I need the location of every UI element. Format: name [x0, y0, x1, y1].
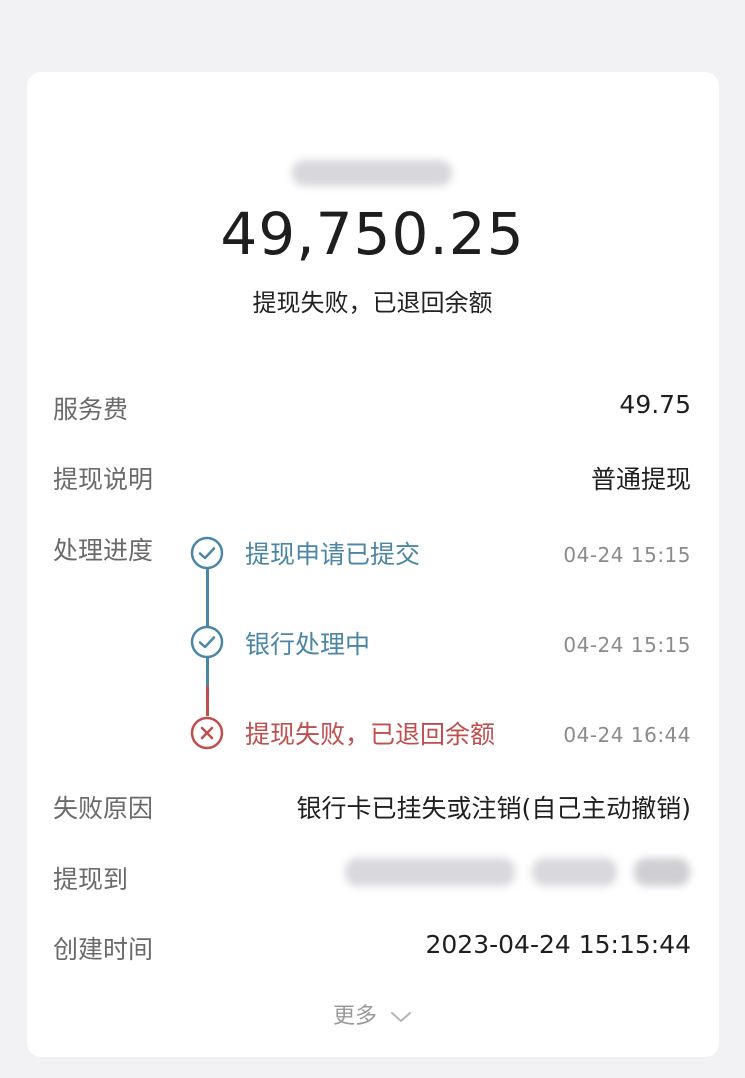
check-circle-icon [190, 536, 224, 570]
created-time-value: 2023-04-24 15:15:44 [425, 930, 691, 959]
progress-step-time: 04-24 16:44 [563, 723, 691, 747]
created-time-label: 创建时间 [53, 935, 154, 964]
service-fee-label: 服务费 [53, 395, 129, 424]
progress-step-submitted: 提现申请已提交 [245, 540, 421, 569]
fail-reason-value: 银行卡已挂失或注销(自己主动撤销) [296, 794, 691, 823]
withdraw-amount: 49,750.25 [220, 200, 525, 268]
x-circle-icon [190, 716, 224, 750]
more-button[interactable]: 更多 [0, 998, 745, 1030]
blurred-bank-account [345, 858, 515, 886]
progress-step-failed: 提现失败，已退回余额 [245, 720, 496, 749]
check-circle-icon [190, 625, 224, 659]
progress-step-time: 04-24 15:15 [563, 543, 691, 567]
progress-step-processing: 银行处理中 [245, 630, 371, 659]
progress-step-time: 04-24 15:15 [563, 633, 691, 657]
progress-label: 处理进度 [53, 536, 154, 565]
withdraw-note-value: 普通提现 [590, 465, 691, 494]
chevron-down-icon [391, 1012, 411, 1022]
withdraw-status: 提现失败，已退回余额 [252, 289, 493, 317]
timeline-connector [206, 658, 209, 686]
timeline-connector-failed [206, 686, 209, 716]
blurred-bank-name [292, 160, 452, 186]
service-fee-value: 49.75 [619, 390, 691, 419]
timeline-connector [206, 568, 209, 632]
withdraw-to-label: 提现到 [53, 865, 129, 894]
blurred-card-number [532, 858, 617, 886]
fail-reason-label: 失败原因 [53, 794, 154, 823]
withdraw-note-label: 提现说明 [53, 465, 154, 494]
more-label: 更多 [332, 1004, 377, 1029]
blurred-card-type [634, 858, 690, 886]
